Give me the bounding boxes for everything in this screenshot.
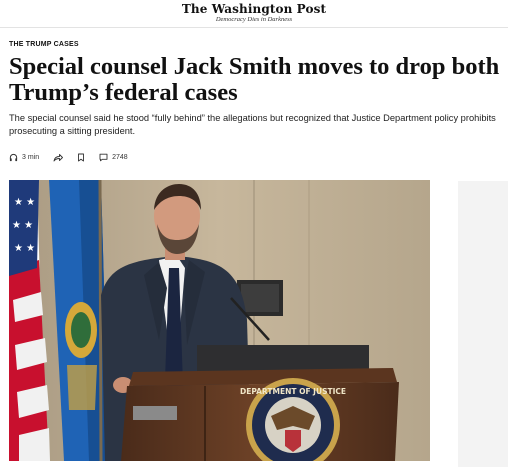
section-kicker[interactable]: THE TRUMP CASES (9, 41, 79, 48)
headphones-icon[interactable] (9, 153, 18, 162)
comment-count[interactable]: 2748 (112, 154, 128, 161)
comment-icon[interactable] (99, 153, 108, 162)
article-dek: The special counsel said he stood “fully… (9, 113, 496, 136)
seal-text: DEPARTMENT OF JUSTICE (240, 387, 346, 396)
department-seal: DEPARTMENT OF JUSTICE (240, 378, 346, 461)
share-icon[interactable] (53, 153, 64, 162)
article-headline: Special counsel Jack Smith moves to drop… (9, 53, 500, 106)
site-header: The Washington Post Democracy Dies in Da… (0, 0, 508, 28)
svg-text:★ ★: ★ ★ (14, 197, 35, 208)
masthead-tagline: Democracy Dies in Darkness (215, 16, 293, 23)
svg-text:★ ★: ★ ★ (14, 243, 35, 254)
svg-text:★ ★: ★ ★ (12, 220, 33, 231)
ad-placeholder (458, 181, 508, 467)
masthead-logo[interactable]: The Washington Post (0, 2, 508, 16)
article-toolbar: 3 min 2748 (9, 151, 142, 163)
listen-duration[interactable]: 3 min (22, 154, 39, 161)
lead-photo[interactable]: ★ ★ ★ ★ ★ ★ DEPARTMENT OF JUSTICE (9, 180, 430, 461)
bookmark-icon[interactable] (77, 153, 85, 162)
